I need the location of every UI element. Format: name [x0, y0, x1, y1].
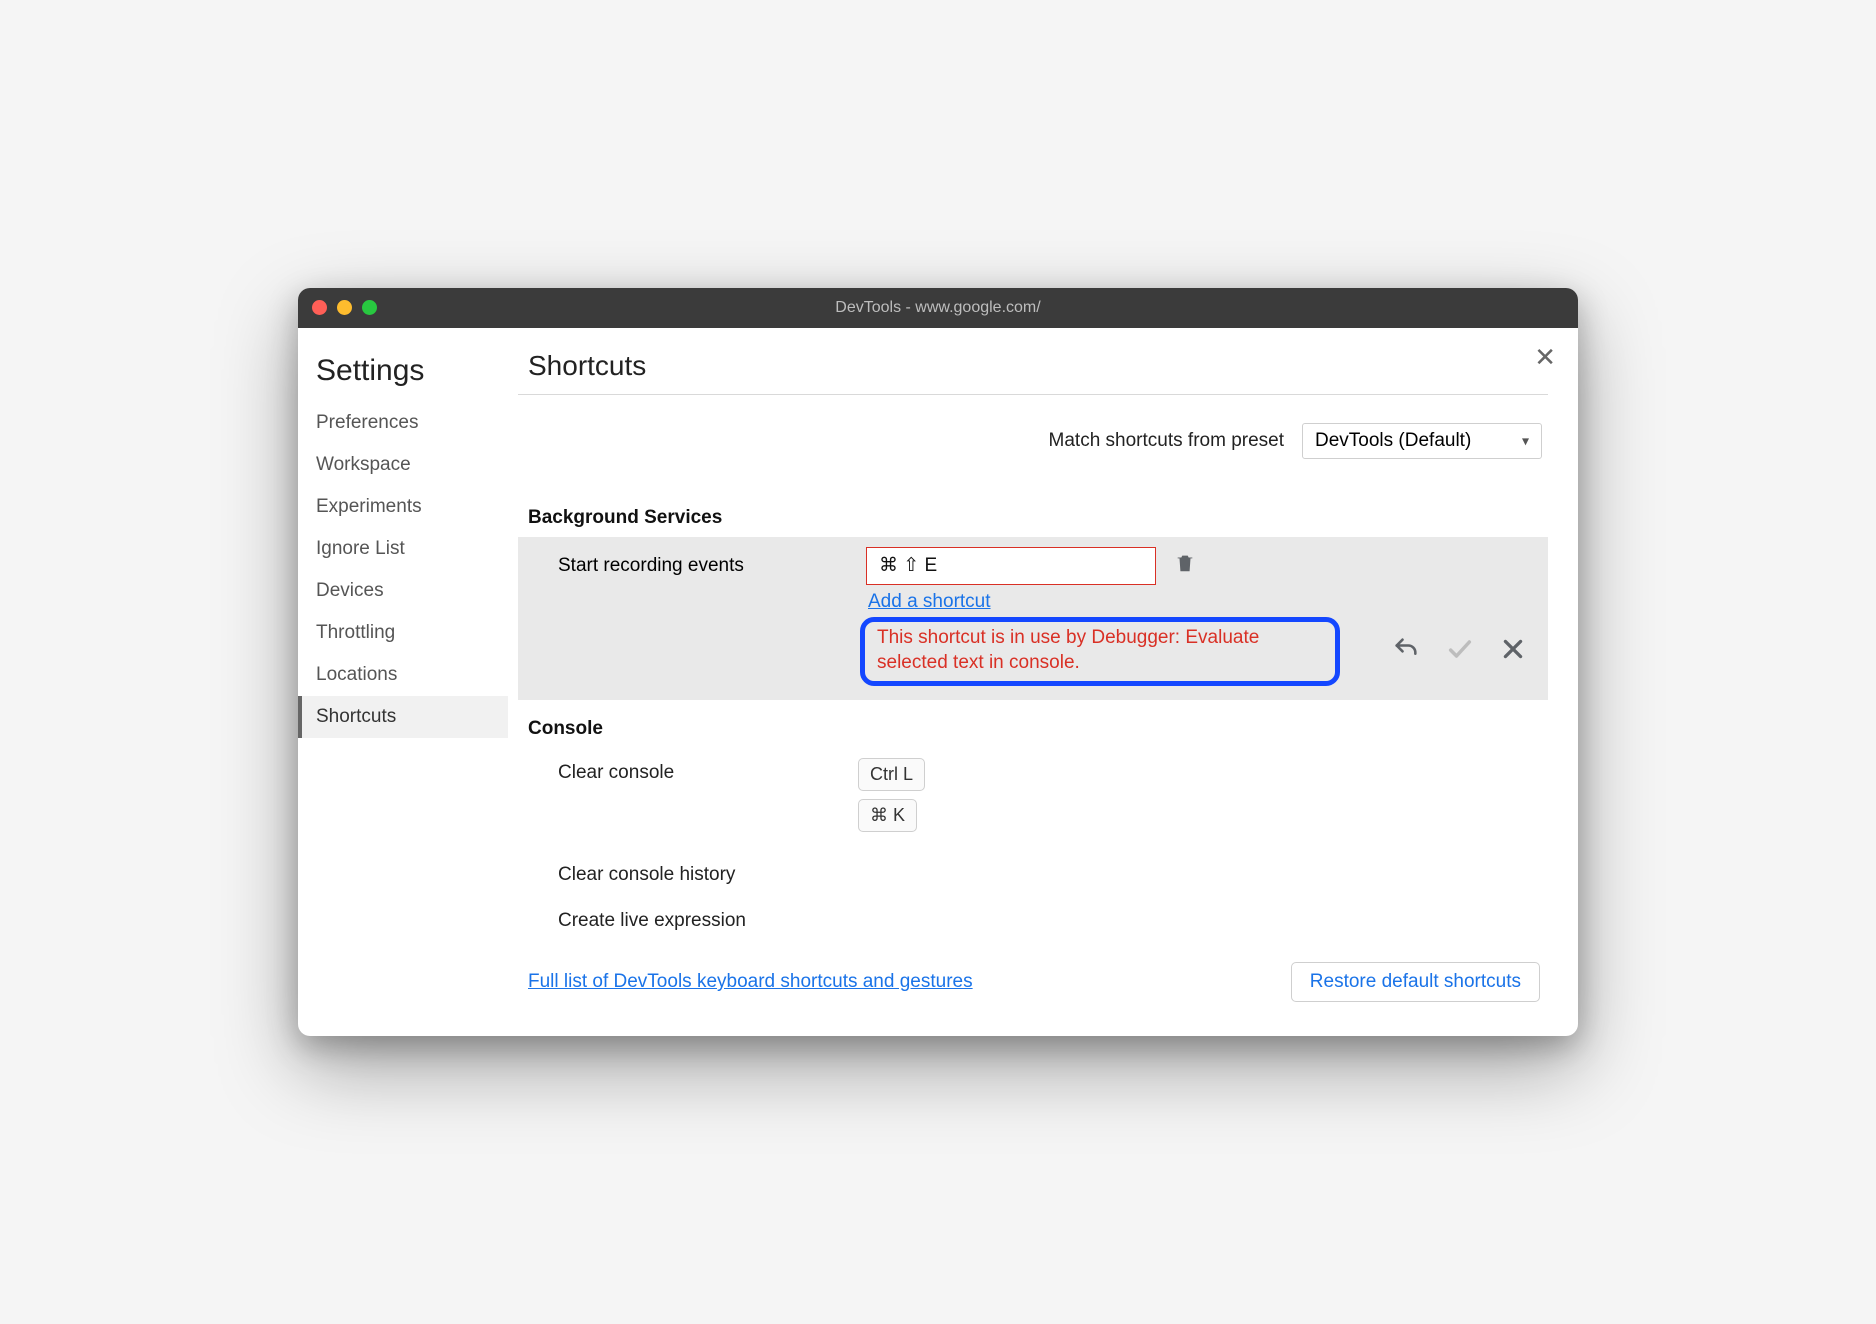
add-shortcut-link[interactable]: Add a shortcut: [868, 591, 991, 613]
preset-label: Match shortcuts from preset: [1049, 430, 1284, 452]
undo-icon[interactable]: [1392, 635, 1420, 668]
preset-select[interactable]: DevTools (Default): [1302, 423, 1542, 459]
sidebar-item-experiments[interactable]: Experiments: [298, 486, 508, 528]
full-shortcuts-list-link[interactable]: Full list of DevTools keyboard shortcuts…: [528, 971, 973, 993]
shortcut-conflict-callout: This shortcut is in use by Debugger: Eva…: [860, 617, 1340, 686]
sidebar-item-label: Preferences: [316, 412, 418, 433]
shortcut-row-clear-console[interactable]: Clear console Ctrl L ⌘ K: [518, 748, 1548, 850]
preset-row: Match shortcuts from preset DevTools (De…: [518, 423, 1548, 459]
settings-content: ✕ Settings Preferences Workspace Experim…: [298, 328, 1578, 1036]
traffic-lights: [312, 300, 377, 315]
shortcuts-panel: Shortcuts Match shortcuts from preset De…: [508, 328, 1578, 1036]
edit-actions: [1392, 635, 1532, 668]
sidebar-item-label: Shortcuts: [316, 706, 396, 727]
sidebar-item-label: Experiments: [316, 496, 422, 517]
section-background-services: Background Services: [528, 507, 1548, 529]
sidebar-item-shortcuts[interactable]: Shortcuts: [298, 696, 508, 738]
cancel-icon[interactable]: [1500, 636, 1526, 667]
sidebar-item-label: Throttling: [316, 622, 395, 643]
close-window-button[interactable]: [312, 300, 327, 315]
devtools-window: DevTools - www.google.com/ ✕ Settings Pr…: [298, 288, 1578, 1036]
settings-sidebar: Settings Preferences Workspace Experimen…: [298, 328, 508, 1036]
shortcut-label: Clear console: [558, 758, 858, 784]
sidebar-item-devices[interactable]: Devices: [298, 570, 508, 612]
shortcut-label: Clear console history: [558, 860, 858, 886]
sidebar-item-ignore-list[interactable]: Ignore List: [298, 528, 508, 570]
section-console: Console: [528, 718, 1548, 740]
close-icon[interactable]: ✕: [1534, 344, 1556, 370]
sidebar-item-workspace[interactable]: Workspace: [298, 444, 508, 486]
maximize-window-button[interactable]: [362, 300, 377, 315]
shortcut-row-create-live-expression[interactable]: Create live expression: [518, 896, 1548, 942]
shortcut-error-text: This shortcut is in use by Debugger: Eva…: [877, 626, 1323, 675]
shortcut-key: Ctrl L: [858, 758, 925, 791]
shortcut-label: Create live expression: [558, 906, 858, 932]
shortcut-input[interactable]: [866, 547, 1156, 585]
sidebar-item-label: Ignore List: [316, 538, 405, 559]
titlebar: DevTools - www.google.com/: [298, 288, 1578, 328]
confirm-icon: [1446, 635, 1474, 668]
shortcut-label: Start recording events: [558, 555, 848, 577]
sidebar-heading: Settings: [298, 348, 508, 402]
editing-shortcut-row: Start recording events Add a shortcut Th…: [518, 537, 1548, 700]
sidebar-item-label: Workspace: [316, 454, 411, 475]
page-title: Shortcuts: [518, 350, 1548, 395]
sidebar-item-locations[interactable]: Locations: [298, 654, 508, 696]
sidebar-item-label: Devices: [316, 580, 384, 601]
minimize-window-button[interactable]: [337, 300, 352, 315]
sidebar-item-preferences[interactable]: Preferences: [298, 402, 508, 444]
window-title: DevTools - www.google.com/: [298, 299, 1578, 317]
shortcuts-footer: Full list of DevTools keyboard shortcuts…: [518, 942, 1548, 1006]
sidebar-item-label: Locations: [316, 664, 397, 685]
delete-shortcut-icon[interactable]: [1174, 552, 1196, 579]
restore-defaults-button[interactable]: Restore default shortcuts: [1291, 962, 1540, 1002]
shortcut-row-clear-console-history[interactable]: Clear console history: [518, 850, 1548, 896]
shortcut-key: ⌘ K: [858, 799, 917, 832]
sidebar-item-throttling[interactable]: Throttling: [298, 612, 508, 654]
preset-select-value: DevTools (Default): [1315, 430, 1471, 451]
